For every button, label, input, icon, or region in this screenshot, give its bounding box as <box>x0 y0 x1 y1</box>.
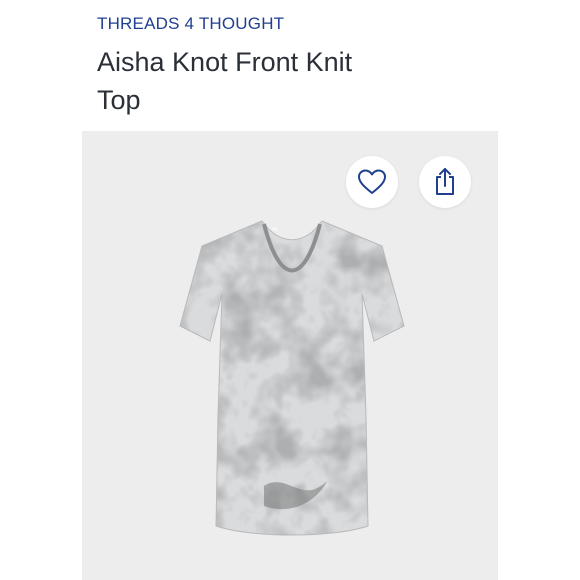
share-icon <box>436 168 454 195</box>
product-image-area <box>82 131 498 580</box>
share-button[interactable] <box>419 156 471 208</box>
favorite-button[interactable] <box>346 156 398 208</box>
brand-name[interactable]: THREADS 4 THOUGHT <box>97 13 498 35</box>
product-header: THREADS 4 THOUGHT Aisha Knot Front Knit … <box>82 0 498 131</box>
heart-icon <box>358 169 386 194</box>
product-card: THREADS 4 THOUGHT Aisha Knot Front Knit … <box>82 0 498 580</box>
product-title: Aisha Knot Front Knit Top <box>97 47 353 115</box>
product-image <box>179 220 405 536</box>
